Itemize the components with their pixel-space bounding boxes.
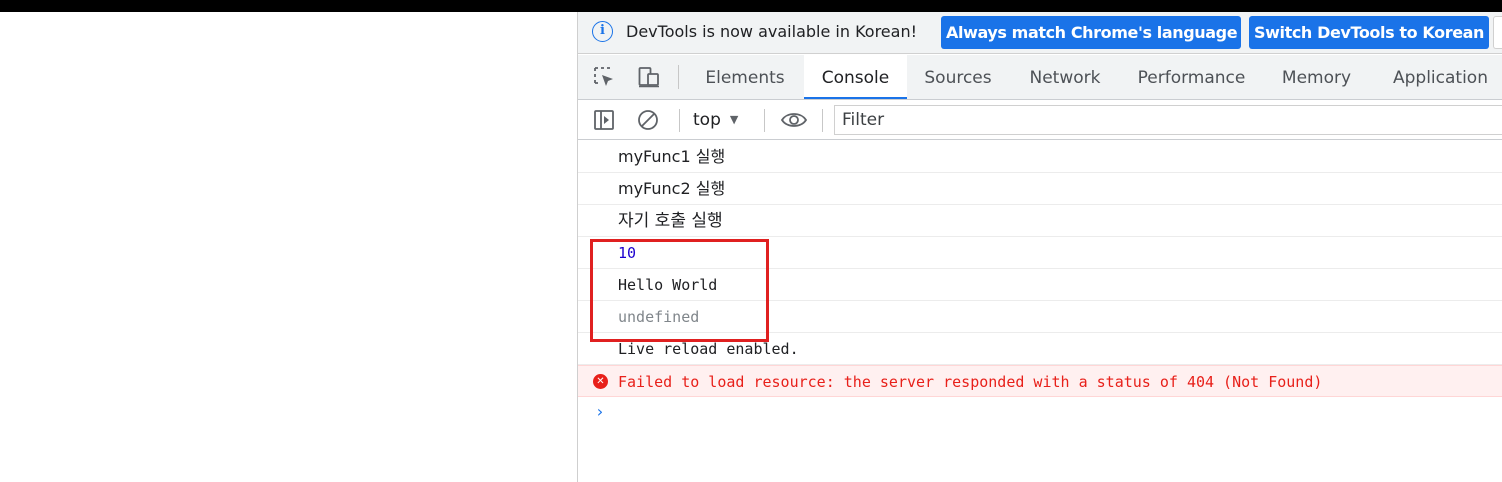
console-message: 자기 호출 실행: [578, 205, 1502, 237]
console-error-message[interactable]: ✕ Failed to load resource: the server re…: [578, 365, 1502, 397]
prompt-chevron-icon: ›: [595, 402, 605, 421]
context-label: top: [693, 110, 721, 130]
console-output: myFunc1 실행 myFunc2 실행 자기 호출 실행 10 Hello …: [578, 141, 1502, 429]
toolbar-separator: [822, 109, 823, 132]
show-sidebar-icon[interactable]: [593, 109, 615, 131]
device-toolbar-icon[interactable]: [638, 66, 660, 88]
toolbar-separator: [679, 109, 680, 132]
console-message: myFunc1 실행: [578, 141, 1502, 173]
console-message: Live reload enabled.: [578, 333, 1502, 365]
toolbar-separator: [678, 65, 679, 89]
tab-network[interactable]: Network: [1015, 55, 1115, 99]
tab-memory[interactable]: Memory: [1269, 55, 1364, 99]
console-message: myFunc2 실행: [578, 173, 1502, 205]
tab-console[interactable]: Console: [804, 55, 907, 99]
context-selector[interactable]: top ▼: [693, 110, 738, 130]
console-filter-input[interactable]: [835, 106, 1502, 134]
info-icon: i: [592, 21, 613, 42]
error-text: Failed to load resource: the server resp…: [618, 373, 1323, 391]
dont-show-again-button[interactable]: [1493, 16, 1502, 49]
error-icon: ✕: [593, 374, 608, 389]
toolbar-separator: [764, 109, 765, 132]
clear-console-icon[interactable]: [637, 109, 659, 131]
language-infobar: i DevTools is now available in Korean! A…: [578, 12, 1502, 54]
tab-performance[interactable]: Performance: [1127, 55, 1256, 99]
console-toolbar: top ▼: [578, 100, 1502, 140]
tab-elements[interactable]: Elements: [690, 55, 800, 99]
filter-box: [834, 105, 1502, 135]
tab-sources[interactable]: Sources: [911, 55, 1005, 99]
switch-to-korean-button[interactable]: Switch DevTools to Korean: [1249, 16, 1489, 49]
console-message-number: 10: [578, 237, 1502, 269]
always-match-language-button[interactable]: Always match Chrome's language: [941, 16, 1241, 49]
infobar-message: DevTools is now available in Korean!: [626, 22, 917, 41]
tab-application[interactable]: Application: [1379, 55, 1502, 99]
console-prompt[interactable]: ›: [578, 397, 1502, 429]
console-message-undefined: undefined: [578, 301, 1502, 333]
devtools-tabbar: Elements Console Sources Network Perform…: [578, 55, 1502, 100]
dropdown-arrow-icon: ▼: [729, 113, 739, 126]
screen-top-bar: [0, 0, 1502, 12]
inspect-element-icon[interactable]: [593, 66, 615, 88]
console-message: Hello World: [578, 269, 1502, 301]
live-expression-eye-icon[interactable]: [780, 109, 808, 131]
